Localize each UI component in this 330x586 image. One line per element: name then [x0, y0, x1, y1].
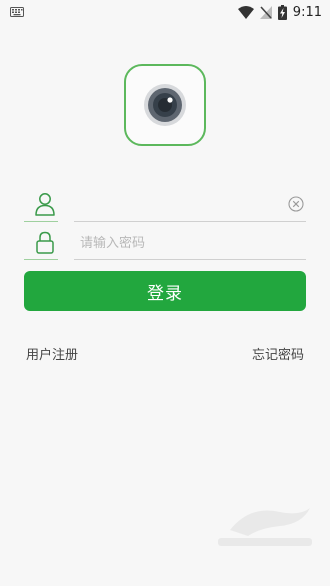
- register-link[interactable]: 用户注册: [26, 344, 78, 363]
- status-left: [10, 7, 24, 17]
- no-signal-icon: [259, 5, 272, 19]
- password-row: [24, 226, 306, 260]
- login-screen: 9:11 登录 用户注册 忘记密码: [0, 0, 330, 586]
- lock-icon: [36, 231, 54, 254]
- app-logo: [124, 64, 206, 146]
- camera-lens-icon: [144, 84, 186, 126]
- keyboard-icon: [10, 7, 24, 17]
- username-row: [24, 188, 306, 222]
- forgot-password-link[interactable]: 忘记密码: [252, 344, 304, 363]
- battery-charging-icon: [277, 4, 287, 20]
- user-icon: [35, 193, 55, 216]
- wifi-icon: [237, 5, 254, 19]
- status-right: 9:11: [237, 4, 322, 20]
- password-input[interactable]: [80, 230, 278, 256]
- login-button[interactable]: 登录: [24, 271, 306, 311]
- watermark-graphic: [218, 508, 312, 546]
- password-underline: [74, 259, 306, 260]
- status-bar: 9:11: [0, 0, 330, 24]
- status-time: 9:11: [292, 4, 322, 20]
- password-icon-underline: [24, 259, 58, 260]
- username-underline: [74, 221, 306, 222]
- username-input[interactable]: [80, 192, 278, 218]
- clear-icon[interactable]: [288, 196, 304, 212]
- username-icon-underline: [24, 221, 58, 222]
